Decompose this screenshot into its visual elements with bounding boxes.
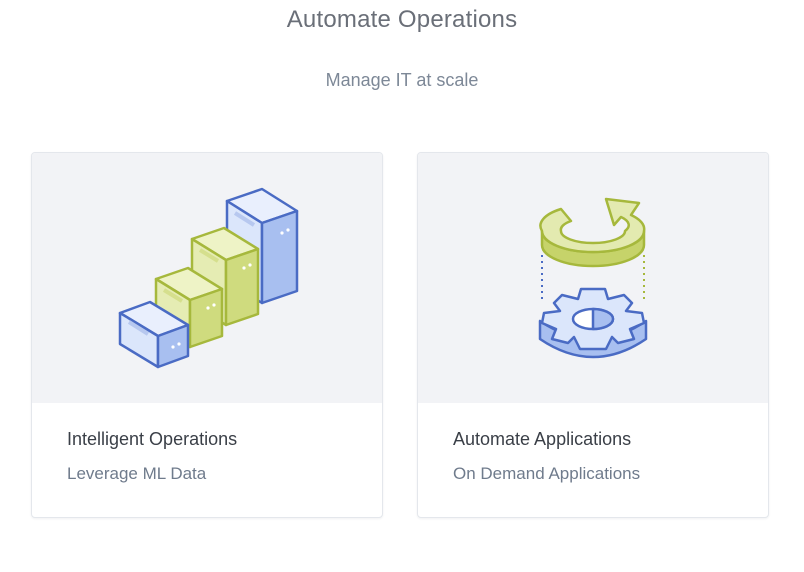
card-subtitle: On Demand Applications	[453, 464, 641, 483]
server-stack-icon	[118, 187, 299, 369]
card-title: Intelligent Operations	[67, 429, 238, 449]
card-title: Automate Applications	[453, 429, 632, 449]
page-subtitle: Manage IT at scale	[325, 70, 479, 90]
card-intelligent-operations[interactable]: Intelligent Operations Leverage ML Data	[31, 152, 383, 518]
card-subtitle: Leverage ML Data	[67, 464, 207, 483]
card-automate-applications[interactable]: Automate Applications On Demand Applicat…	[417, 152, 769, 518]
card-media	[418, 153, 768, 403]
card-media	[32, 153, 382, 403]
page-title: Automate Operations	[286, 6, 518, 33]
gear-icon	[538, 287, 648, 359]
gear-refresh-icon	[538, 197, 648, 359]
refresh-arrow-icon	[539, 197, 646, 268]
